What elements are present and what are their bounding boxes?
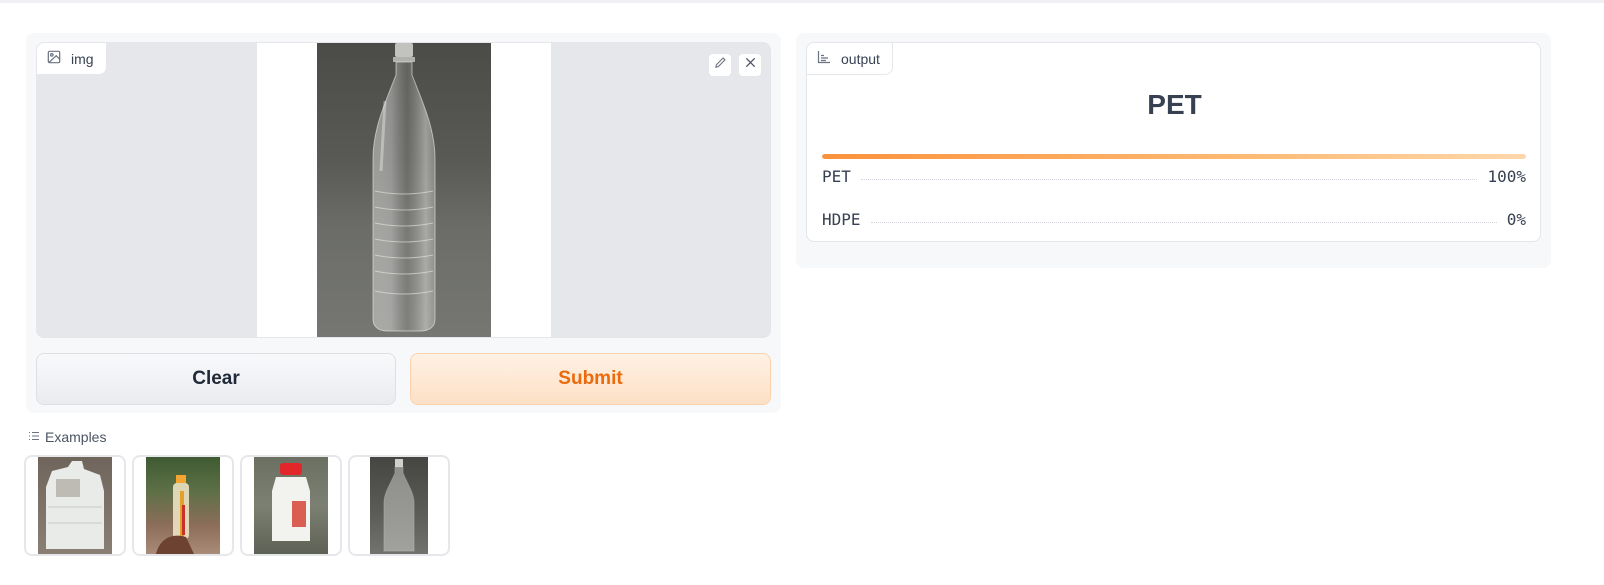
example-thumbnail (146, 457, 220, 554)
example-thumbnail (370, 457, 428, 554)
bottle-photo (317, 43, 491, 337)
confidence-class-label: HDPE (822, 209, 861, 229)
image-icon (47, 50, 61, 67)
examples-header: Examples (28, 429, 106, 445)
confidence-class-label: PET (822, 166, 851, 186)
input-label-chip: img (37, 43, 107, 75)
submit-button[interactable]: Submit (410, 353, 771, 405)
list-icon (28, 429, 40, 445)
example-milk-jug[interactable] (240, 455, 342, 556)
confidence-row: PET 100% (822, 165, 1526, 187)
image-input[interactable]: img (36, 42, 771, 338)
example-bottle-in-hand[interactable] (132, 455, 234, 556)
examples-gallery (24, 455, 450, 556)
label-output: output PET PET 100% HDPE 0% (806, 42, 1541, 242)
confidence-bar (822, 154, 1526, 159)
bottle-illustration (372, 43, 436, 332)
output-label-chip: output (807, 43, 893, 75)
confidence-row: HDPE 0% (822, 208, 1526, 230)
input-label: img (71, 50, 94, 67)
output-label: output (841, 50, 880, 67)
dotted-leader (860, 178, 1478, 180)
confidence-value: 100% (1487, 166, 1526, 186)
image-preview (257, 43, 551, 337)
confidence-value: 0% (1506, 209, 1526, 229)
output-panel: output PET PET 100% HDPE 0% (796, 33, 1551, 268)
example-jerrycan[interactable] (24, 455, 126, 556)
bar-chart-icon (817, 50, 831, 67)
clear-button[interactable]: Clear (36, 353, 396, 405)
edit-button[interactable] (708, 53, 732, 77)
image-tools (708, 53, 762, 77)
close-icon (744, 56, 757, 74)
dotted-leader (870, 221, 1497, 223)
input-panel: img Clear Submit (26, 33, 781, 413)
examples-label: Examples (45, 429, 107, 445)
top-divider (0, 0, 1604, 3)
example-clear-bottle[interactable] (348, 455, 450, 556)
example-thumbnail (254, 457, 328, 554)
example-thumbnail (38, 457, 112, 554)
remove-image-button[interactable] (738, 53, 762, 77)
edit-icon (714, 56, 727, 74)
confidence-bar-fill (822, 154, 1526, 159)
predicted-class: PET (1147, 89, 1202, 120)
